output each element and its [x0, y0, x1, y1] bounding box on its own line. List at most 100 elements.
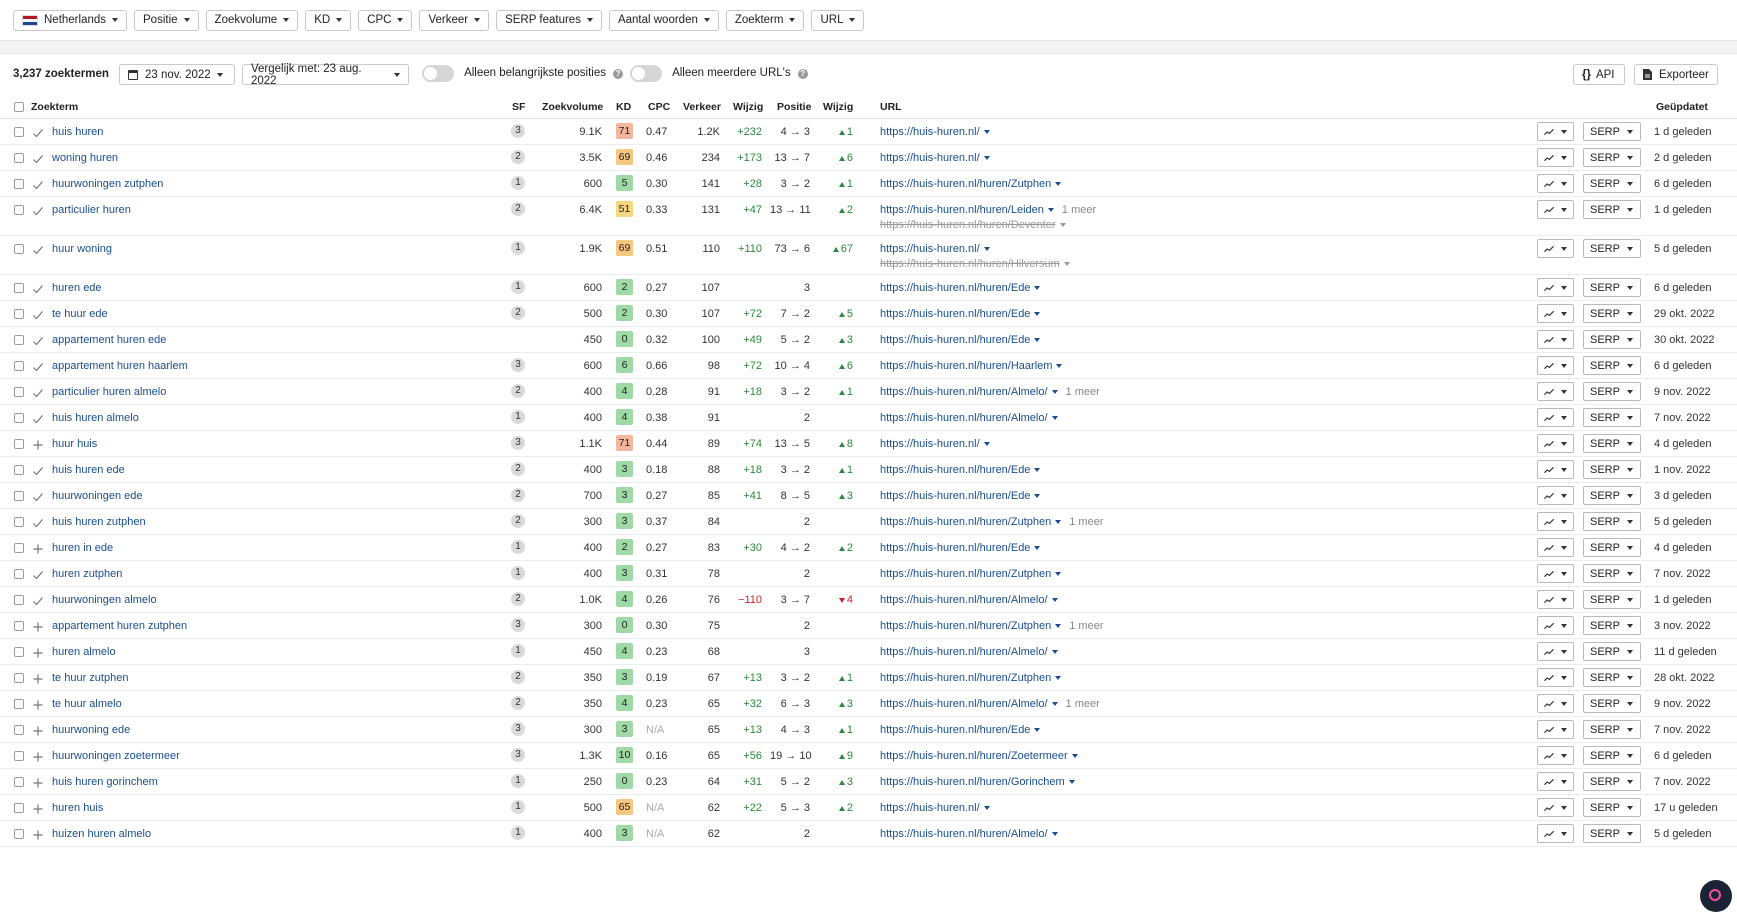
row-checkbox[interactable]: [14, 647, 24, 657]
plus-icon[interactable]: [32, 829, 44, 841]
serp-features-count[interactable]: 1: [511, 241, 525, 255]
url-link[interactable]: https://huis-huren.nl/huren/Ede: [880, 334, 1041, 346]
row-checkbox[interactable]: [14, 569, 24, 579]
filter-kd[interactable]: KD: [305, 9, 352, 31]
caret-down-icon[interactable]: [1034, 728, 1041, 733]
serp-features-count[interactable]: 2: [511, 696, 525, 710]
row-checkbox[interactable]: [14, 465, 24, 475]
serp-features-count[interactable]: 1: [511, 800, 525, 814]
keyword-link[interactable]: huurwoning ede: [52, 724, 130, 736]
url-link[interactable]: https://huis-huren.nl/huren/Ede: [880, 464, 1041, 476]
position-history-button[interactable]: [1537, 460, 1574, 479]
main-positions-toggle[interactable]: [422, 65, 454, 82]
position-history-button[interactable]: [1537, 694, 1574, 713]
check-icon[interactable]: [32, 127, 44, 139]
keyword-link[interactable]: huren zutphen: [52, 568, 122, 580]
caret-down-icon[interactable]: [983, 806, 990, 811]
keyword-link[interactable]: huizen huren almelo: [52, 828, 151, 840]
serp-features-count[interactable]: 3: [511, 748, 525, 762]
serp-button[interactable]: SERP: [1583, 512, 1641, 531]
caret-down-icon[interactable]: [1051, 702, 1058, 707]
serp-button[interactable]: SERP: [1583, 772, 1641, 791]
keyword-link[interactable]: huurwoningen ede: [52, 490, 143, 502]
keyword-link[interactable]: appartement huren zutphen: [52, 620, 187, 632]
col-kd[interactable]: KD: [616, 101, 631, 113]
check-icon[interactable]: [32, 335, 44, 347]
caret-down-icon[interactable]: [1034, 546, 1041, 551]
col-keyword[interactable]: Zoekterm: [31, 101, 78, 113]
previous-url-link[interactable]: https://huis-huren.nl/huren/Deventer: [880, 219, 1066, 231]
url-link[interactable]: https://huis-huren.nl/: [880, 126, 990, 138]
url-link[interactable]: https://huis-huren.nl/: [880, 802, 990, 814]
serp-button[interactable]: SERP: [1583, 460, 1641, 479]
serp-button[interactable]: SERP: [1583, 616, 1641, 635]
caret-down-icon[interactable]: [1051, 650, 1058, 655]
serp-features-count[interactable]: 1: [511, 566, 525, 580]
serp-features-count[interactable]: 2: [511, 670, 525, 684]
position-history-button[interactable]: [1537, 772, 1574, 791]
help-icon[interactable]: ?: [613, 68, 624, 79]
select-all-checkbox[interactable]: [14, 102, 24, 112]
keyword-link[interactable]: particulier huren almelo: [52, 386, 166, 398]
serp-button[interactable]: SERP: [1583, 330, 1641, 349]
caret-down-icon[interactable]: [983, 442, 990, 447]
country-filter[interactable]: Netherlands: [13, 9, 128, 31]
caret-down-icon[interactable]: [1055, 624, 1062, 629]
position-history-button[interactable]: [1537, 200, 1574, 219]
row-checkbox[interactable]: [14, 803, 24, 813]
url-link[interactable]: https://huis-huren.nl/huren/Zoetermeer: [880, 750, 1078, 762]
filter-verkeer[interactable]: Verkeer: [419, 9, 490, 31]
serp-button[interactable]: SERP: [1583, 746, 1641, 765]
serp-features-count[interactable]: 2: [511, 462, 525, 476]
multiple-urls-toggle[interactable]: [630, 65, 662, 82]
row-checkbox[interactable]: [14, 205, 24, 215]
serp-button[interactable]: SERP: [1583, 668, 1641, 687]
keyword-link[interactable]: huurwoningen almelo: [52, 594, 157, 606]
url-link[interactable]: https://huis-huren.nl/huren/Leiden 1 meer: [880, 204, 1096, 216]
row-checkbox[interactable]: [14, 127, 24, 137]
position-history-button[interactable]: [1537, 148, 1574, 167]
caret-down-icon[interactable]: [983, 247, 990, 252]
caret-down-icon[interactable]: [1034, 286, 1041, 291]
url-link[interactable]: https://huis-huren.nl/huren/Ede: [880, 542, 1041, 554]
col-position-change[interactable]: Wijzig: [823, 101, 853, 113]
row-checkbox[interactable]: [14, 777, 24, 787]
serp-features-count[interactable]: 3: [511, 358, 525, 372]
url-link[interactable]: https://huis-huren.nl/huren/Almelo/: [880, 594, 1058, 606]
plus-icon[interactable]: [32, 803, 44, 815]
filter-zoekvolume[interactable]: Zoekvolume: [205, 9, 299, 31]
more-urls-link[interactable]: 1 meer: [1069, 516, 1103, 528]
filter-aantal-woorden[interactable]: Aantal woorden: [608, 9, 719, 31]
serp-features-count[interactable]: 3: [511, 436, 525, 450]
url-link[interactable]: https://huis-huren.nl/: [880, 152, 990, 164]
position-history-button[interactable]: [1537, 642, 1574, 661]
plus-icon[interactable]: [32, 751, 44, 763]
keyword-link[interactable]: te huur ede: [52, 308, 108, 320]
position-history-button[interactable]: [1537, 824, 1574, 843]
plus-icon[interactable]: [32, 673, 44, 685]
position-history-button[interactable]: [1537, 538, 1574, 557]
plus-icon[interactable]: [32, 543, 44, 555]
keyword-link[interactable]: huis huren ede: [52, 464, 125, 476]
check-icon[interactable]: [32, 465, 44, 477]
serp-features-count[interactable]: 2: [511, 592, 525, 606]
caret-down-icon[interactable]: [1034, 468, 1041, 473]
caret-down-icon[interactable]: [1055, 572, 1062, 577]
serp-button[interactable]: SERP: [1583, 239, 1641, 258]
row-checkbox[interactable]: [14, 543, 24, 553]
caret-down-icon[interactable]: [1055, 676, 1062, 681]
serp-button[interactable]: SERP: [1583, 304, 1641, 323]
keyword-link[interactable]: huren huis: [52, 802, 103, 814]
url-link[interactable]: https://huis-huren.nl/: [880, 243, 990, 255]
assistant-launcher-button[interactable]: [1700, 880, 1732, 912]
keyword-link[interactable]: huurwoningen zutphen: [52, 178, 163, 190]
caret-down-icon[interactable]: [1055, 182, 1062, 187]
check-icon[interactable]: [32, 179, 44, 191]
position-history-button[interactable]: [1537, 239, 1574, 258]
serp-features-count[interactable]: 1: [511, 410, 525, 424]
check-icon[interactable]: [32, 491, 44, 503]
serp-features-count[interactable]: 1: [511, 644, 525, 658]
keyword-link[interactable]: huren almelo: [52, 646, 116, 658]
position-history-button[interactable]: [1537, 486, 1574, 505]
plus-icon[interactable]: [32, 725, 44, 737]
